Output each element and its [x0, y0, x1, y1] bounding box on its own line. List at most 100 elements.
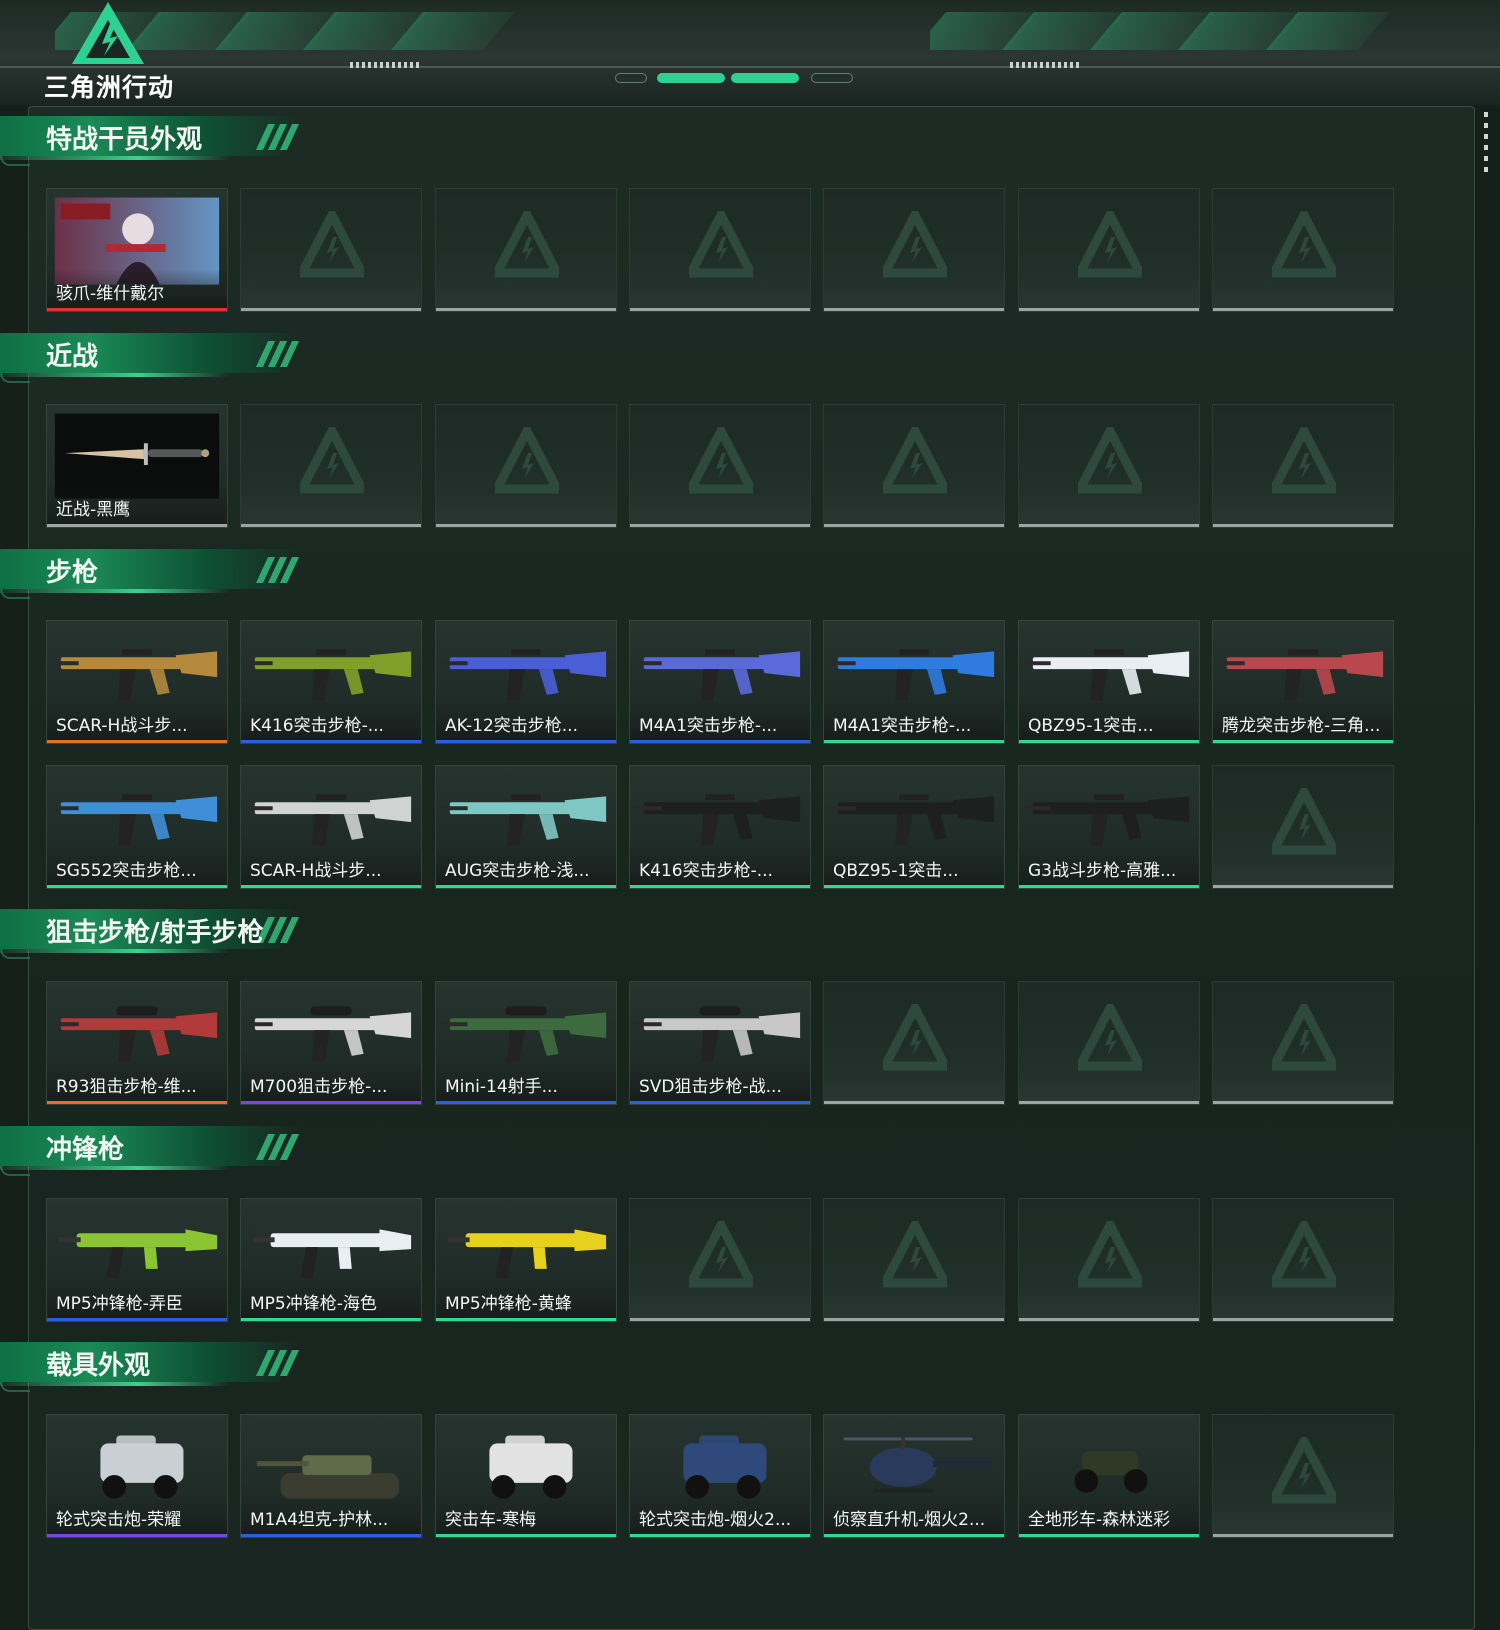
item-card[interactable]: M4A1突击步枪-...	[629, 620, 811, 744]
item-card[interactable]: 骇爪-维什戴尔	[46, 188, 228, 312]
delta-logo-icon	[72, 2, 144, 64]
item-label: G3战斗步枪-高雅...	[1028, 861, 1177, 881]
rarity-bar	[1213, 308, 1393, 311]
item-card[interactable]: G3战斗步枪-高雅...	[1018, 765, 1200, 889]
item-label: QBZ95-1突击...	[833, 861, 959, 881]
rarity-bar	[47, 524, 227, 527]
rarity-bar	[1019, 1318, 1199, 1321]
section-title: 特战干员外观	[46, 125, 203, 155]
rarity-bar	[241, 1534, 421, 1537]
item-label: 轮式突击炮-烟火2...	[639, 1510, 792, 1530]
item-card[interactable]: SCAR-H战斗步...	[240, 765, 422, 889]
rarity-bar	[47, 1101, 227, 1104]
item-card[interactable]: AUG突击步枪-浅...	[435, 765, 617, 889]
empty-slot	[435, 404, 617, 528]
rarity-bar	[824, 308, 1004, 311]
scrollbar[interactable]	[1484, 112, 1488, 172]
item-card[interactable]: SG552突击步枪...	[46, 765, 228, 889]
rarity-bar	[1019, 524, 1199, 527]
section-band	[0, 333, 300, 373]
rarity-bar	[436, 1318, 616, 1321]
section-underline	[0, 1166, 230, 1170]
rarity-bar	[630, 524, 810, 527]
empty-slot	[823, 188, 1005, 312]
item-label: 全地形车-森林迷彩	[1028, 1510, 1171, 1530]
section-header: 狙击步枪/射手步枪	[0, 909, 320, 959]
placeholder-logo-icon	[1272, 427, 1336, 494]
item-card[interactable]: SCAR-H战斗步...	[46, 620, 228, 744]
empty-slot	[823, 981, 1005, 1105]
item-card[interactable]: SVD狙击步枪-战...	[629, 981, 811, 1105]
item-label: SCAR-H战斗步...	[56, 716, 188, 736]
rarity-bar	[47, 885, 227, 888]
item-card[interactable]: 近战-黑鹰	[46, 404, 228, 528]
item-card[interactable]: 轮式突击炮-荣耀	[46, 1414, 228, 1538]
empty-slot	[435, 188, 617, 312]
rarity-bar	[824, 1318, 1004, 1321]
item-card[interactable]: MP5冲锋枪-海色	[240, 1198, 422, 1322]
section-band	[0, 1126, 300, 1166]
item-label: M1A4坦克-护林...	[250, 1510, 389, 1530]
rarity-bar	[1019, 1101, 1199, 1104]
item-card[interactable]: MP5冲锋枪-黄蜂	[435, 1198, 617, 1322]
item-card[interactable]: AK-12突击步枪...	[435, 620, 617, 744]
item-label: K416突击步枪-...	[639, 861, 773, 881]
section-title: 近战	[46, 342, 99, 372]
item-card[interactable]: R93狙击步枪-维...	[46, 981, 228, 1105]
rarity-bar	[1213, 740, 1393, 743]
item-card[interactable]: QBZ95-1突击...	[823, 765, 1005, 889]
item-label: R93狙击步枪-维...	[56, 1077, 197, 1097]
rarity-bar	[436, 1101, 616, 1104]
placeholder-logo-icon	[1272, 1437, 1336, 1504]
item-label: SVD狙击步枪-战...	[639, 1077, 782, 1097]
logo-text: 三角洲行动	[44, 73, 175, 102]
item-card[interactable]: M1A4坦克-护林...	[240, 1414, 422, 1538]
item-label: SG552突击步枪...	[56, 861, 197, 881]
item-card[interactable]: 腾龙突击步枪-三角...	[1212, 620, 1394, 744]
item-card[interactable]: K416突击步枪-...	[629, 765, 811, 889]
placeholder-logo-icon	[883, 211, 947, 278]
rarity-bar	[630, 885, 810, 888]
item-label: 轮式突击炮-荣耀	[56, 1510, 182, 1530]
rarity-bar	[1213, 1534, 1393, 1537]
rarity-bar	[824, 1534, 1004, 1537]
item-card[interactable]: QBZ95-1突击...	[1018, 620, 1200, 744]
header-stripes-left	[55, 8, 675, 54]
placeholder-logo-icon	[1272, 1004, 1336, 1071]
item-card[interactable]: K416突击步枪-...	[240, 620, 422, 744]
placeholder-logo-icon	[689, 427, 753, 494]
rarity-bar	[630, 740, 810, 743]
item-label: MP5冲锋枪-弄臣	[56, 1294, 183, 1314]
section-underline	[0, 1382, 230, 1386]
placeholder-logo-icon	[1078, 211, 1142, 278]
rarity-bar	[241, 308, 421, 311]
rarity-bar	[630, 1534, 810, 1537]
rarity-bar	[1019, 308, 1199, 311]
item-card[interactable]: 突击车-寒梅	[435, 1414, 617, 1538]
item-card[interactable]: 全地形车-森林迷彩	[1018, 1414, 1200, 1538]
section-band	[0, 549, 300, 589]
item-card[interactable]: M700狙击步枪-...	[240, 981, 422, 1105]
page-indicator	[615, 73, 895, 83]
rarity-bar	[47, 740, 227, 743]
item-card[interactable]: 轮式突击炮-烟火2...	[629, 1414, 811, 1538]
section-title: 载具外观	[46, 1351, 151, 1381]
empty-slot	[1212, 1414, 1394, 1538]
item-card[interactable]: Mini-14射手...	[435, 981, 617, 1105]
header-stripes-right	[930, 8, 1500, 54]
empty-slot	[1018, 404, 1200, 528]
empty-slot	[823, 404, 1005, 528]
item-card[interactable]: 侦察直升机-烟火2...	[823, 1414, 1005, 1538]
placeholder-logo-icon	[495, 427, 559, 494]
placeholder-logo-icon	[689, 1221, 753, 1288]
placeholder-logo-icon	[1078, 1004, 1142, 1071]
rarity-bar	[47, 308, 227, 311]
empty-slot	[1212, 188, 1394, 312]
item-card[interactable]: MP5冲锋枪-弄臣	[46, 1198, 228, 1322]
rarity-bar	[241, 524, 421, 527]
header-dash-right	[1010, 62, 1080, 68]
empty-slot	[629, 1198, 811, 1322]
rarity-bar	[630, 1318, 810, 1321]
empty-slot	[1018, 981, 1200, 1105]
item-card[interactable]: M4A1突击步枪-...	[823, 620, 1005, 744]
